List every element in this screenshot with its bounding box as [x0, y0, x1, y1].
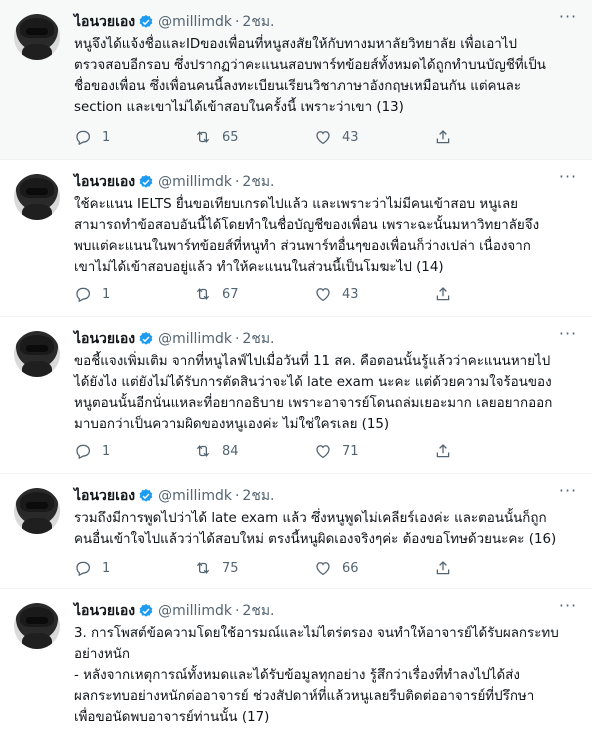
- heart-icon: [316, 562, 330, 576]
- author-name[interactable]: ไอนวยเอง: [74, 485, 135, 507]
- reply-button[interactable]: 1: [74, 559, 194, 577]
- reply-button[interactable]: 1: [74, 442, 194, 460]
- tweet[interactable]: ไอนวยเอง @millimdk · 2ชม. ··· หนูจึงได้แ…: [0, 0, 592, 160]
- reply-icon: [76, 287, 91, 303]
- tweet-time[interactable]: 2ชม.: [242, 171, 274, 193]
- tweet-header: ไอนวยเอง @millimdk · 2ชม.: [74, 172, 275, 192]
- avatar[interactable]: [14, 14, 60, 60]
- retweet-count: 84: [222, 443, 239, 459]
- more-icon[interactable]: ···: [558, 9, 578, 30]
- avatar[interactable]: [14, 488, 60, 534]
- reply-icon: [76, 561, 91, 577]
- like-count: 66: [342, 560, 359, 576]
- share-button[interactable]: [434, 128, 474, 146]
- share-icon: [436, 444, 450, 458]
- retweet-button[interactable]: 84: [194, 442, 314, 460]
- tweet-header: ไอนวยเอง @millimdk · 2ชม.: [74, 601, 275, 621]
- more-icon[interactable]: ···: [558, 598, 578, 619]
- verified-badge-icon: [139, 175, 153, 188]
- more-icon[interactable]: ···: [558, 326, 578, 347]
- author-handle[interactable]: @millimdk: [158, 488, 232, 504]
- reply-button[interactable]: 1: [74, 285, 194, 303]
- verified-badge-icon: [139, 489, 153, 502]
- retweet-icon: [196, 288, 210, 300]
- author-handle[interactable]: @millimdk: [158, 331, 232, 347]
- separator-dot: ·: [234, 331, 240, 347]
- tweet[interactable]: ไอนวยเอง @millimdk · 2ชม. ··· รวมถึงมีกา…: [0, 474, 592, 589]
- reply-count: 1: [102, 443, 111, 459]
- retweet-icon: [196, 131, 210, 143]
- retweet-icon: [196, 562, 210, 574]
- retweet-button[interactable]: 65: [194, 128, 314, 146]
- separator-dot: ·: [234, 174, 240, 190]
- verified-badge-icon: [139, 332, 153, 345]
- verified-badge-icon: [139, 604, 153, 617]
- tweet-text: รวมถึงมีการพูดไปว่าได้ late exam แล้ว ซึ…: [74, 511, 557, 547]
- share-icon: [436, 287, 450, 301]
- tweet-time[interactable]: 2ชม.: [242, 485, 274, 507]
- tweet-text: 3. การโพสต์ข้อความโดยใช้อารมณ์และไม่ไตร่…: [74, 626, 559, 725]
- retweet-icon: [196, 445, 210, 457]
- tweet[interactable]: ไอนวยเอง @millimdk · 2ชม. ··· ขอชี้แจงเพ…: [0, 317, 592, 474]
- tweet-header: ไอนวยเอง @millimdk · 2ชม.: [74, 12, 275, 32]
- tweet-time[interactable]: 2ชม.: [242, 600, 274, 622]
- verified-badge-icon: [139, 15, 153, 28]
- heart-icon: [316, 288, 330, 302]
- share-button[interactable]: [434, 559, 474, 577]
- retweet-button[interactable]: 75: [194, 559, 314, 577]
- timeline-feed: ไอนวยเอง @millimdk · 2ชม. ··· หนูจึงได้แ…: [0, 0, 592, 730]
- separator-dot: ·: [234, 14, 240, 30]
- retweet-count: 75: [222, 560, 239, 576]
- tweet[interactable]: ไอนวยเอง @millimdk · 2ชม. ··· ใช้คะแนน I…: [0, 160, 592, 317]
- author-handle[interactable]: @millimdk: [158, 603, 232, 619]
- reply-count: 1: [102, 560, 111, 576]
- retweet-count: 67: [222, 286, 239, 302]
- avatar[interactable]: [14, 174, 60, 220]
- like-count: 43: [342, 129, 359, 145]
- author-handle[interactable]: @millimdk: [158, 14, 232, 30]
- tweet-actions: 1 75 66: [74, 558, 514, 578]
- more-icon[interactable]: ···: [558, 169, 578, 190]
- author-name[interactable]: ไอนวยเอง: [74, 11, 135, 33]
- tweet-text: หนูจึงได้แจ้งชื่อและIDของเพื่อนที่หนูสงส…: [74, 37, 546, 115]
- tweet-time[interactable]: 2ชม.: [242, 11, 274, 33]
- like-count: 43: [342, 286, 359, 302]
- more-icon[interactable]: ···: [558, 483, 578, 504]
- share-button[interactable]: [434, 285, 474, 303]
- tweet-text: ขอชี้แจงเพิ่มเติม จากที่หนูไลฟ์ไปเมื่อวั…: [74, 354, 553, 432]
- like-button[interactable]: 43: [314, 128, 434, 146]
- reply-count: 1: [102, 129, 111, 145]
- like-button[interactable]: 66: [314, 559, 434, 577]
- tweet-actions: 1 67 43: [74, 284, 514, 304]
- tweet-header: ไอนวยเอง @millimdk · 2ชม.: [74, 486, 275, 506]
- author-name[interactable]: ไอนวยเอง: [74, 600, 135, 622]
- tweet-actions: 1 84 71: [74, 441, 514, 461]
- heart-icon: [316, 445, 330, 459]
- like-count: 71: [342, 443, 359, 459]
- share-button[interactable]: [434, 442, 474, 460]
- reply-count: 1: [102, 286, 111, 302]
- author-name[interactable]: ไอนวยเอง: [74, 328, 135, 350]
- reply-button[interactable]: 1: [74, 128, 194, 146]
- share-icon: [436, 561, 450, 575]
- reply-icon: [76, 444, 91, 460]
- tweet-actions: 1 65 43: [74, 127, 514, 147]
- share-icon: [436, 130, 450, 144]
- retweet-button[interactable]: 67: [194, 285, 314, 303]
- like-button[interactable]: 43: [314, 285, 434, 303]
- reply-icon: [76, 130, 91, 146]
- retweet-count: 65: [222, 129, 239, 145]
- tweet-header: ไอนวยเอง @millimdk · 2ชม.: [74, 329, 275, 349]
- tweet-time[interactable]: 2ชม.: [242, 328, 274, 350]
- separator-dot: ·: [234, 488, 240, 504]
- author-name[interactable]: ไอนวยเอง: [74, 171, 135, 193]
- author-handle[interactable]: @millimdk: [158, 174, 232, 190]
- avatar[interactable]: [14, 331, 60, 377]
- separator-dot: ·: [234, 603, 240, 619]
- avatar[interactable]: [14, 603, 60, 649]
- like-button[interactable]: 71: [314, 442, 434, 460]
- tweet-text: ใช้คะแนน IELTS ยื่นขอเทียบเกรดไปแล้ว และ…: [74, 197, 540, 275]
- heart-icon: [316, 131, 330, 145]
- tweet[interactable]: ไอนวยเอง @millimdk · 2ชม. ··· 3. การโพสต…: [0, 589, 592, 730]
